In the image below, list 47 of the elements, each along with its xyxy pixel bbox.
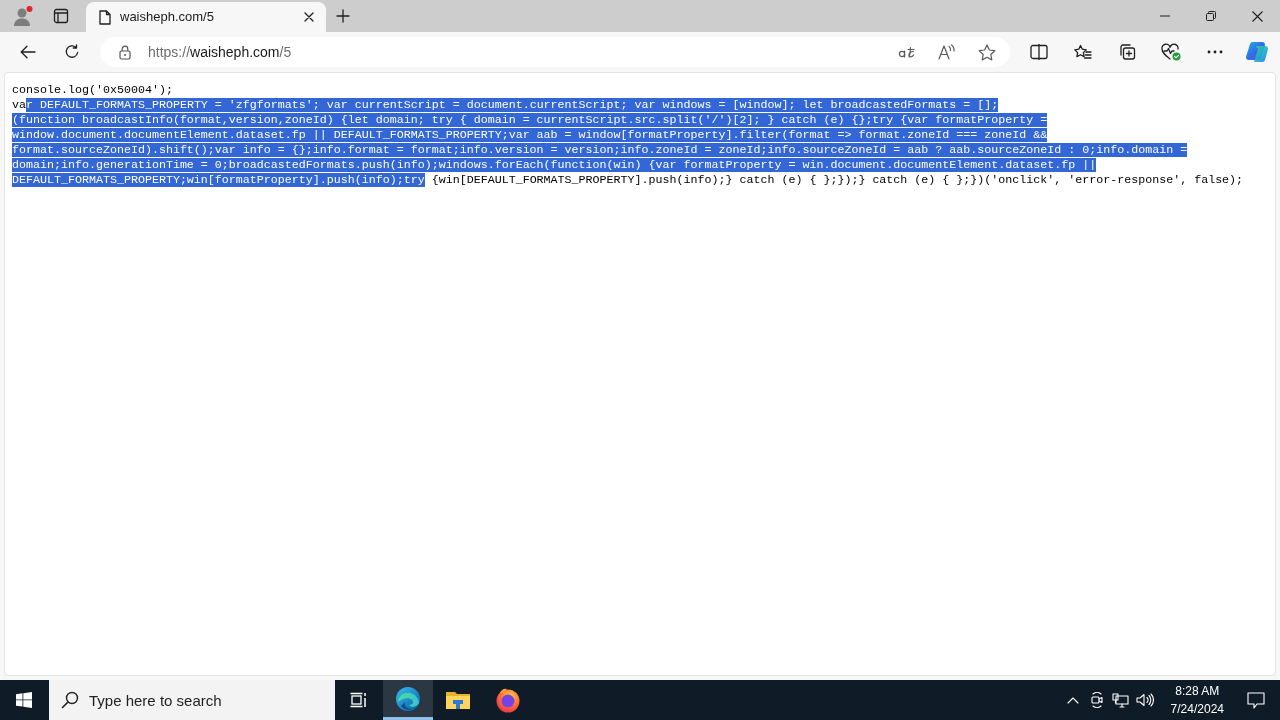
heart-pulse-icon [1161,43,1181,61]
selected-code-text: format.sourceZoneId).shift();var info = {};info.format = format;info.version = version;info.zoneId = zoneId;info.sourceZoneId = aab ? aab.sourceZoneId : 0;info.domain = [12,143,1188,157]
browser-swirl-icon [395,685,421,712]
clock-date: 7/24/2024 [1170,701,1224,718]
task-view-icon [350,692,368,708]
code-text: va [12,98,26,112]
minimize-icon [1160,15,1170,17]
speaker-icon [1135,693,1154,707]
fox-globe-icon [495,687,521,713]
selected-code-text: (function broadcastInfo(format,version,zoneId) {let domain; try { domain = currentScript.src.split('/')[2]; } catch (e) {};try {var formatProperty = [12,113,1048,127]
page-icon [99,9,111,25]
plus-icon [336,9,350,23]
more-icon [1207,50,1223,54]
camera-icon [1089,692,1104,708]
tab-panel-icon [53,8,69,24]
address-bar[interactable]: https://waisheph.com/5 [100,37,1010,67]
back-arrow-icon [20,45,36,59]
windows-logo-icon [16,692,32,708]
clock-time: 8:28 AM [1175,683,1220,700]
collections-icon [1118,43,1136,61]
close-icon [1251,10,1263,22]
favorites-icon [1074,44,1092,60]
selected-code-text: r DEFAULT_FORMATS_PROPERTY = 'zfgformats'; var currentScript = document.currentScript; var windows = [window]; let broadcastedFormats = []; [26,98,999,112]
network-monitor-icon [1112,692,1130,708]
browser-tab[interactable]: waisheph.com/5 [86,2,326,32]
tab-title: waisheph.com/5 [120,8,215,27]
copilot-icon [1245,41,1269,63]
read-aloud-icon [938,44,956,60]
selected-code-text: DEFAULT_FORMATS_PROPERTY;win[formatProperty].push(info);try [12,173,425,187]
search-icon [61,691,79,709]
code-text: {win[DEFAULT_FORMATS_PROPERTY].push(info);} catch (e) { };});} catch (e) { };})('onclick', 'error-response', false); [430,173,1244,187]
selected-code-text: domain;info.generationTime = 0;broadcastedFormats.push(info);windows.forEach(function(win) {var formatProperty = win.document.documentElement.dataset.fp || [12,158,1097,172]
url-text: https://waisheph.com/5 [148,42,292,62]
lock-icon [119,44,131,60]
refresh-icon [64,44,80,60]
chevron-up-icon [1066,696,1079,704]
star-icon [978,43,996,61]
speech-bubble-icon [1247,691,1265,709]
restore-icon [1206,11,1216,21]
clock-button[interactable]: 8:28 AM 7/24/2024 [1162,682,1232,718]
selected-code-text: window.document.documentElement.dataset.fp || DEFAULT_FORMATS_PROPERTY;var aab = window[formatProperty].filter(format => format.zoneId === zoneId && [12,128,1048,142]
translate-icon [898,45,916,59]
close-icon [304,12,314,22]
split-screen-icon [1030,44,1048,60]
code-text: console.log('0x50004'); [12,83,173,97]
edge-browser-button[interactable] [383,680,433,720]
search-field[interactable]: Type here to search [49,680,335,720]
